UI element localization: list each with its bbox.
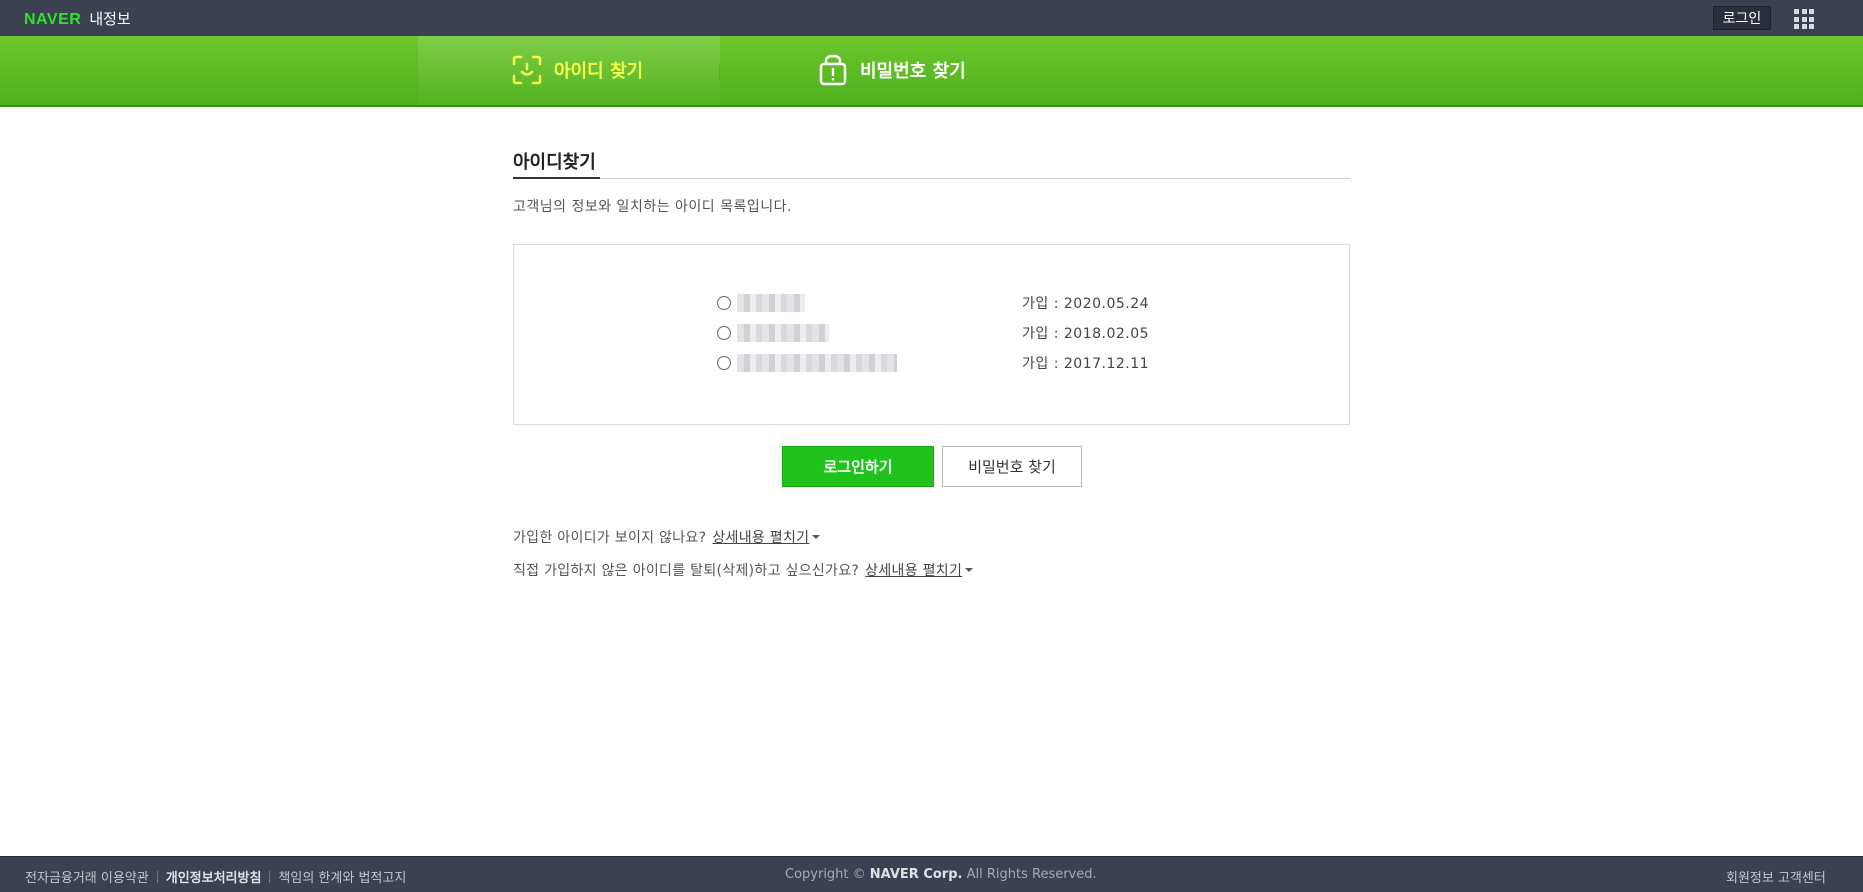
footer-divider	[269, 870, 271, 883]
id-scan-icon	[512, 55, 542, 85]
footer-link-support[interactable]: 회원정보 고객센터	[1726, 867, 1826, 886]
help-text: 가입한 아이디가 보이지 않나요?	[513, 530, 707, 546]
title-underline	[513, 177, 600, 179]
tab-find-id[interactable]: 아이디 찾기	[512, 52, 643, 88]
caret-down-icon[interactable]	[965, 568, 974, 572]
join-date: 가입 : 2018.02.05	[1022, 326, 1150, 342]
page-description: 고객님의 정보와 일치하는 아이디 목록입니다.	[513, 199, 792, 215]
footer-link-legal[interactable]: 책임의 한계와 법적고지	[278, 867, 406, 886]
footer: 전자금융거래 이용약관 개인정보처리방침 책임의 한계와 법적고지 Copyri…	[0, 856, 1863, 892]
tab-find-id-label: 아이디 찾기	[554, 61, 644, 82]
masked-id	[737, 324, 829, 342]
copyright-suffix: All Rights Reserved.	[966, 867, 1097, 882]
naver-logo[interactable]: NAVER	[24, 11, 81, 29]
apps-grid-icon[interactable]	[1794, 9, 1814, 29]
lock-alert-icon	[819, 54, 847, 86]
login-submit-button[interactable]: 로그인하기	[782, 446, 934, 487]
login-button[interactable]: 로그인	[1713, 6, 1771, 30]
account-radio[interactable]	[717, 296, 731, 310]
footer-links: 전자금융거래 이용약관 개인정보처리방침 책임의 한계와 법적고지	[25, 867, 406, 886]
account-radio[interactable]	[717, 326, 731, 340]
top-bar: NAVER 내정보 로그인	[0, 0, 1863, 36]
brand[interactable]: NAVER 내정보	[24, 8, 131, 28]
masked-id	[737, 294, 805, 312]
masked-id	[737, 354, 897, 372]
footer-link-privacy[interactable]: 개인정보처리방침	[166, 867, 262, 886]
tab-find-password-label: 비밀번호 찾기	[860, 61, 966, 82]
caret-down-icon[interactable]	[812, 535, 821, 539]
expand-details-link[interactable]: 상세내용 펼치기	[865, 560, 962, 580]
join-date: 가입 : 2020.05.24	[1022, 296, 1150, 312]
account-radio[interactable]	[717, 356, 731, 370]
help-delete-id: 직접 가입하지 않은 아이디를 탈퇴(삭제)하고 싶으신가요? 상세내용 펼치기	[513, 560, 974, 580]
copyright-corp: NAVER Corp.	[869, 867, 963, 882]
page-title: 아이디찾기	[513, 152, 596, 173]
copyright: Copyright © NAVER Corp. All Rights Reser…	[785, 867, 1097, 882]
id-result-list: 가입 : 2020.05.24 가입 : 2018.02.05 가입 : 201…	[513, 244, 1350, 425]
join-date: 가입 : 2017.12.11	[1022, 356, 1150, 372]
title-divider	[513, 178, 1350, 179]
footer-link-terms[interactable]: 전자금융거래 이용약관	[25, 867, 149, 886]
copyright-prefix: Copyright ©	[785, 867, 866, 882]
find-tabs-bar: 아이디 찾기 비밀번호 찾기	[0, 36, 1863, 107]
expand-details-link[interactable]: 상세내용 펼치기	[712, 527, 809, 547]
list-item[interactable]: 가입 : 2017.12.11	[717, 353, 1157, 373]
list-item[interactable]: 가입 : 2020.05.24	[717, 293, 1157, 313]
tab-divider	[719, 64, 720, 80]
list-item[interactable]: 가입 : 2018.02.05	[717, 323, 1157, 343]
my-info-label[interactable]: 내정보	[89, 8, 130, 29]
find-password-button[interactable]: 비밀번호 찾기	[942, 446, 1082, 487]
help-text: 직접 가입하지 않은 아이디를 탈퇴(삭제)하고 싶으신가요?	[513, 563, 860, 579]
help-missing-id: 가입한 아이디가 보이지 않나요? 상세내용 펼치기	[513, 527, 821, 547]
tab-find-password[interactable]: 비밀번호 찾기	[818, 52, 966, 88]
footer-divider	[156, 870, 158, 883]
